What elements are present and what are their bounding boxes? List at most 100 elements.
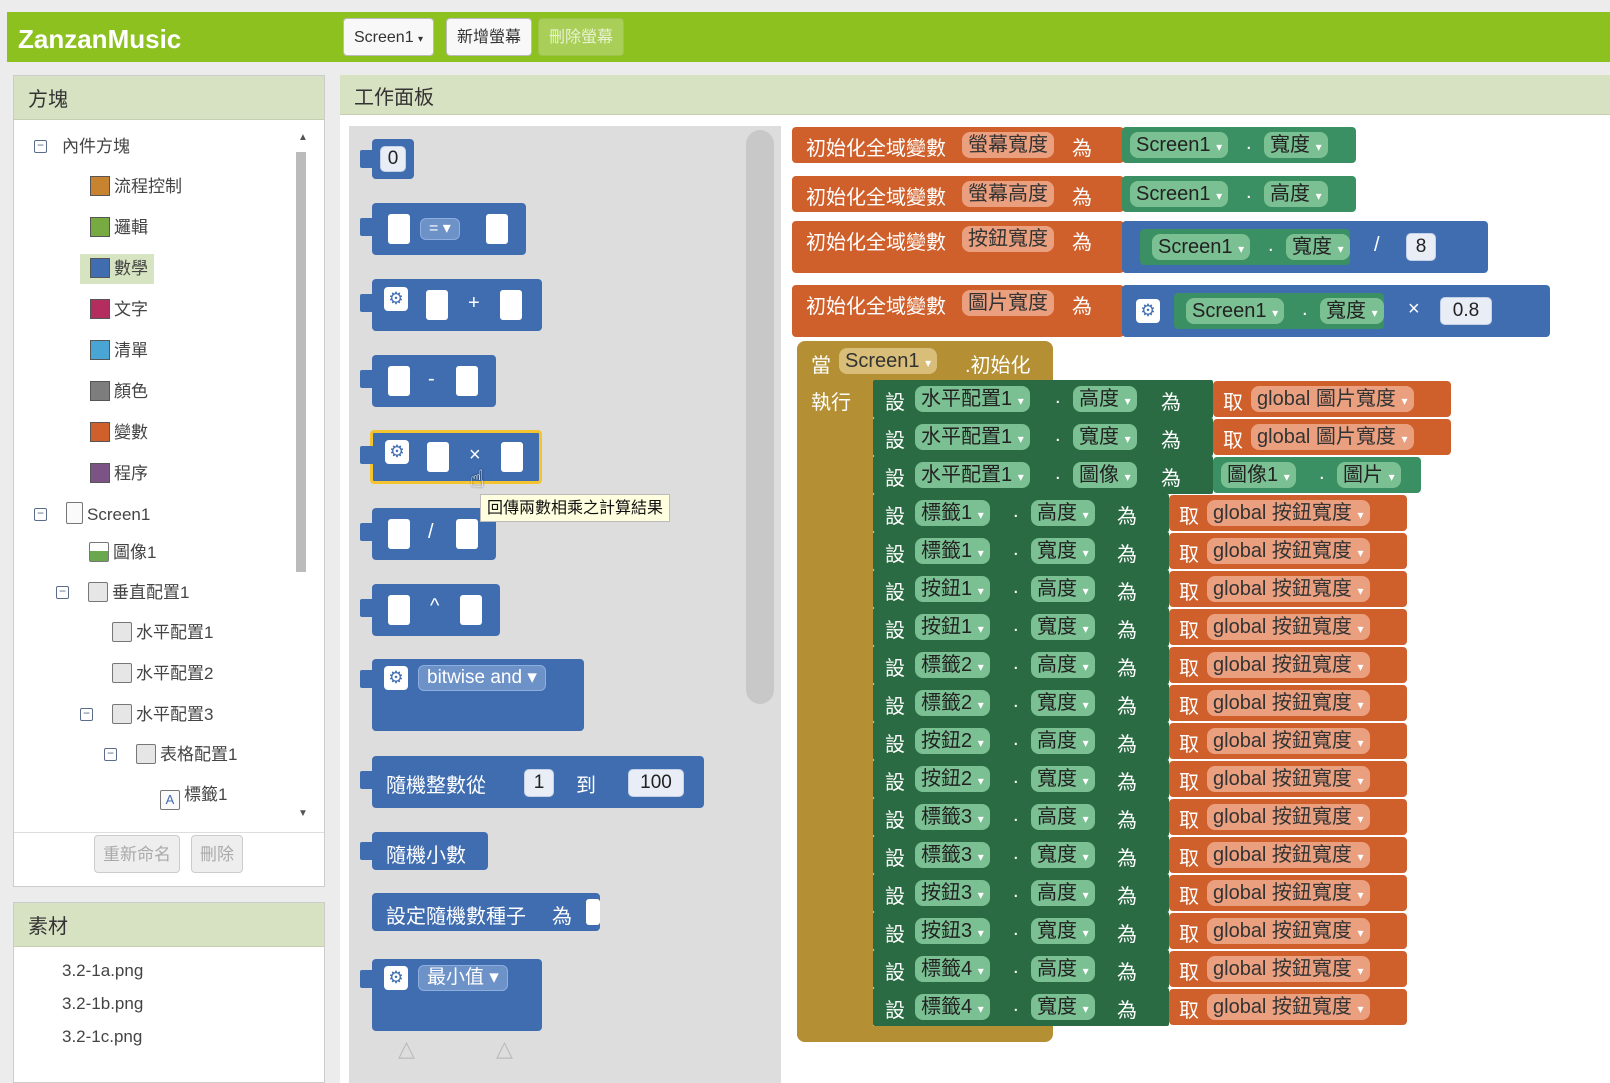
component-getter-block[interactable]: Screen1 ▾. 寬度 ▾ xyxy=(1122,127,1356,163)
global-name-field[interactable]: 螢幕高度 xyxy=(962,181,1054,207)
variable-dropdown[interactable]: global 按鈕寬度 ▾ xyxy=(1207,614,1370,640)
property-dropdown[interactable]: 圖像 ▾ xyxy=(1073,462,1137,488)
media-file[interactable]: 3.2-1b.png xyxy=(62,989,143,1019)
collapse-icon[interactable]: − xyxy=(34,507,47,521)
setter-block[interactable]: 設標籤3 ▾. 寬度 ▾ 為 xyxy=(873,836,1169,874)
variable-dropdown[interactable]: global 按鈕寬度 ▾ xyxy=(1207,728,1370,754)
component-dropdown[interactable]: 按鈕2 ▾ xyxy=(915,766,990,792)
tree-vertical1[interactable]: − 垂直配置1 xyxy=(56,578,189,608)
global-getter-block[interactable]: 取 global 按鈕寬度 ▾ xyxy=(1169,875,1407,911)
global-getter-block[interactable]: 取 global 圖片寬度 ▾ xyxy=(1213,381,1451,417)
input-socket[interactable] xyxy=(388,519,410,549)
event-header[interactable]: 當 Screen1 ▾ .初始化 xyxy=(797,341,1053,381)
random-fraction-block[interactable]: 隨機小數 xyxy=(372,832,488,870)
category-item[interactable]: 清單 xyxy=(80,336,154,366)
math-op-block[interactable]: Screen1 ▾. 寬度 ▾ / 8 xyxy=(1122,221,1488,273)
global-getter-block[interactable]: 取 global 按鈕寬度 ▾ xyxy=(1169,913,1407,949)
global-getter-block[interactable]: 取 global 圖片寬度 ▾ xyxy=(1213,419,1451,455)
add-block[interactable]: ⚙ + xyxy=(372,279,542,331)
add-screen-button[interactable]: 新增螢幕 xyxy=(446,18,533,56)
divide-block[interactable]: / xyxy=(372,508,496,560)
global-getter-block[interactable]: 取 global 按鈕寬度 ▾ xyxy=(1169,951,1407,987)
component-dropdown[interactable]: 標籤3 ▾ xyxy=(915,842,990,868)
property-dropdown[interactable]: 高度 ▾ xyxy=(1031,880,1095,906)
property-dropdown[interactable]: 寬度 ▾ xyxy=(1286,234,1350,260)
global-init-block[interactable]: 初始化全域變數 按鈕寬度為 xyxy=(792,221,1124,273)
operand-field[interactable]: 8 xyxy=(1406,233,1436,261)
global-init-block[interactable]: 初始化全域變數 螢幕高度為 xyxy=(792,176,1124,212)
from-field[interactable]: 1 xyxy=(524,769,554,797)
input-socket[interactable] xyxy=(456,366,478,396)
gear-icon[interactable]: ⚙ xyxy=(384,966,408,990)
input-socket[interactable] xyxy=(456,519,478,549)
bitwise-block[interactable]: ⚙ bitwise and ▾ xyxy=(372,659,584,731)
property-dropdown[interactable]: 寬度 ▾ xyxy=(1031,538,1095,564)
component-dropdown[interactable]: 水平配置1 ▾ xyxy=(915,424,1030,450)
global-getter-block[interactable]: 取 global 按鈕寬度 ▾ xyxy=(1169,609,1407,645)
global-getter-block[interactable]: 取 global 按鈕寬度 ▾ xyxy=(1169,989,1407,1025)
global-getter-block[interactable]: 取 global 按鈕寬度 ▾ xyxy=(1169,723,1407,759)
compare-block[interactable]: = ▾ xyxy=(372,203,526,255)
subtract-block[interactable]: - xyxy=(372,355,496,407)
property-dropdown[interactable]: 高度 ▾ xyxy=(1031,576,1095,602)
global-init-block[interactable]: 初始化全域變數 螢幕寬度為 xyxy=(792,127,1124,163)
random-seed-block[interactable]: 設定隨機數種子 為 xyxy=(372,893,600,931)
global-getter-block[interactable]: 取 global 按鈕寬度 ▾ xyxy=(1169,685,1407,721)
category-item[interactable]: 變數 xyxy=(80,418,154,448)
global-name-field[interactable]: 螢幕寬度 xyxy=(962,132,1054,158)
gear-icon[interactable]: ⚙ xyxy=(384,666,408,690)
property-dropdown[interactable]: 寬度 ▾ xyxy=(1320,298,1384,324)
property-dropdown[interactable]: 高度 ▾ xyxy=(1031,652,1095,678)
global-getter-block[interactable]: 取 global 按鈕寬度 ▾ xyxy=(1169,571,1407,607)
component-dropdown[interactable]: 標籤1 ▾ xyxy=(915,500,990,526)
setter-block[interactable]: 設水平配置1 ▾. 寬度 ▾ 為 xyxy=(873,418,1213,456)
remove-screen-button[interactable]: 刪除螢幕 xyxy=(538,18,625,56)
category-item[interactable]: 邏輯 xyxy=(80,213,154,243)
collapse-icon[interactable]: − xyxy=(34,139,47,153)
property-dropdown[interactable]: 寬度 ▾ xyxy=(1264,132,1328,158)
media-file[interactable]: 3.2-1a.png xyxy=(62,956,143,986)
variable-dropdown[interactable]: global 按鈕寬度 ▾ xyxy=(1207,538,1370,564)
collapse-icon[interactable]: − xyxy=(104,747,117,761)
property-dropdown[interactable]: 寬度 ▾ xyxy=(1031,766,1095,792)
input-socket[interactable] xyxy=(427,442,449,472)
setter-block[interactable]: 設標籤1 ▾. 寬度 ▾ 為 xyxy=(873,532,1169,570)
min-block[interactable]: ⚙ 最小值 ▾ xyxy=(372,959,542,1031)
variable-dropdown[interactable]: global 按鈕寬度 ▾ xyxy=(1207,842,1370,868)
power-block[interactable]: ^ xyxy=(372,584,500,636)
component-dropdown[interactable]: Screen1 ▾ xyxy=(1152,234,1251,260)
scrollbar-thumb[interactable] xyxy=(296,152,306,572)
global-name-field[interactable]: 圖片寬度 xyxy=(962,290,1054,316)
global-getter-block[interactable]: 取 global 按鈕寬度 ▾ xyxy=(1169,495,1407,531)
property-dropdown[interactable]: 高度 ▾ xyxy=(1031,500,1095,526)
bitwise-dropdown[interactable]: bitwise and ▾ xyxy=(418,665,546,691)
global-getter-block[interactable]: 取 global 按鈕寬度 ▾ xyxy=(1169,799,1407,835)
category-item[interactable]: 顏色 xyxy=(80,377,154,407)
component-dropdown[interactable]: Screen1 ▾ xyxy=(1130,132,1229,158)
scroll-down-icon[interactable]: ▼ xyxy=(298,808,308,819)
variable-dropdown[interactable]: global 圖片寬度 ▾ xyxy=(1251,386,1414,412)
global-init-block[interactable]: 初始化全域變數 圖片寬度為 xyxy=(792,285,1124,337)
component-dropdown[interactable]: 圖像1 ▾ xyxy=(1221,462,1296,488)
number-field[interactable]: 0 xyxy=(380,146,406,172)
property-dropdown[interactable]: 高度 ▾ xyxy=(1073,386,1137,412)
setter-block[interactable]: 設按鈕2 ▾. 高度 ▾ 為 xyxy=(873,722,1169,760)
multiply-block[interactable]: ⚙ × xyxy=(370,430,542,484)
property-dropdown[interactable]: 高度 ▾ xyxy=(1264,181,1328,207)
to-field[interactable]: 100 xyxy=(628,769,684,797)
setter-block[interactable]: 設標籤3 ▾. 高度 ▾ 為 xyxy=(873,798,1169,836)
scroll-up-icon[interactable]: ▲ xyxy=(298,132,308,143)
component-dropdown[interactable]: 按鈕3 ▾ xyxy=(915,880,990,906)
property-dropdown[interactable]: 寬度 ▾ xyxy=(1031,918,1095,944)
input-socket[interactable] xyxy=(501,442,523,472)
input-socket[interactable] xyxy=(500,290,522,320)
operator-dropdown[interactable]: = ▾ xyxy=(420,218,460,240)
rename-button[interactable]: 重新命名 xyxy=(94,835,180,873)
component-dropdown[interactable]: 按鈕1 ▾ xyxy=(915,576,990,602)
variable-dropdown[interactable]: global 按鈕寬度 ▾ xyxy=(1207,500,1370,526)
global-getter-block[interactable]: 取 global 按鈕寬度 ▾ xyxy=(1169,761,1407,797)
component-getter-block[interactable]: Screen1 ▾. 高度 ▾ xyxy=(1122,176,1356,212)
number-block[interactable]: 0 xyxy=(372,139,414,179)
tree-label1[interactable]: A 標籤1 xyxy=(160,780,227,810)
tree-image1[interactable]: 圖像1 xyxy=(89,538,156,568)
